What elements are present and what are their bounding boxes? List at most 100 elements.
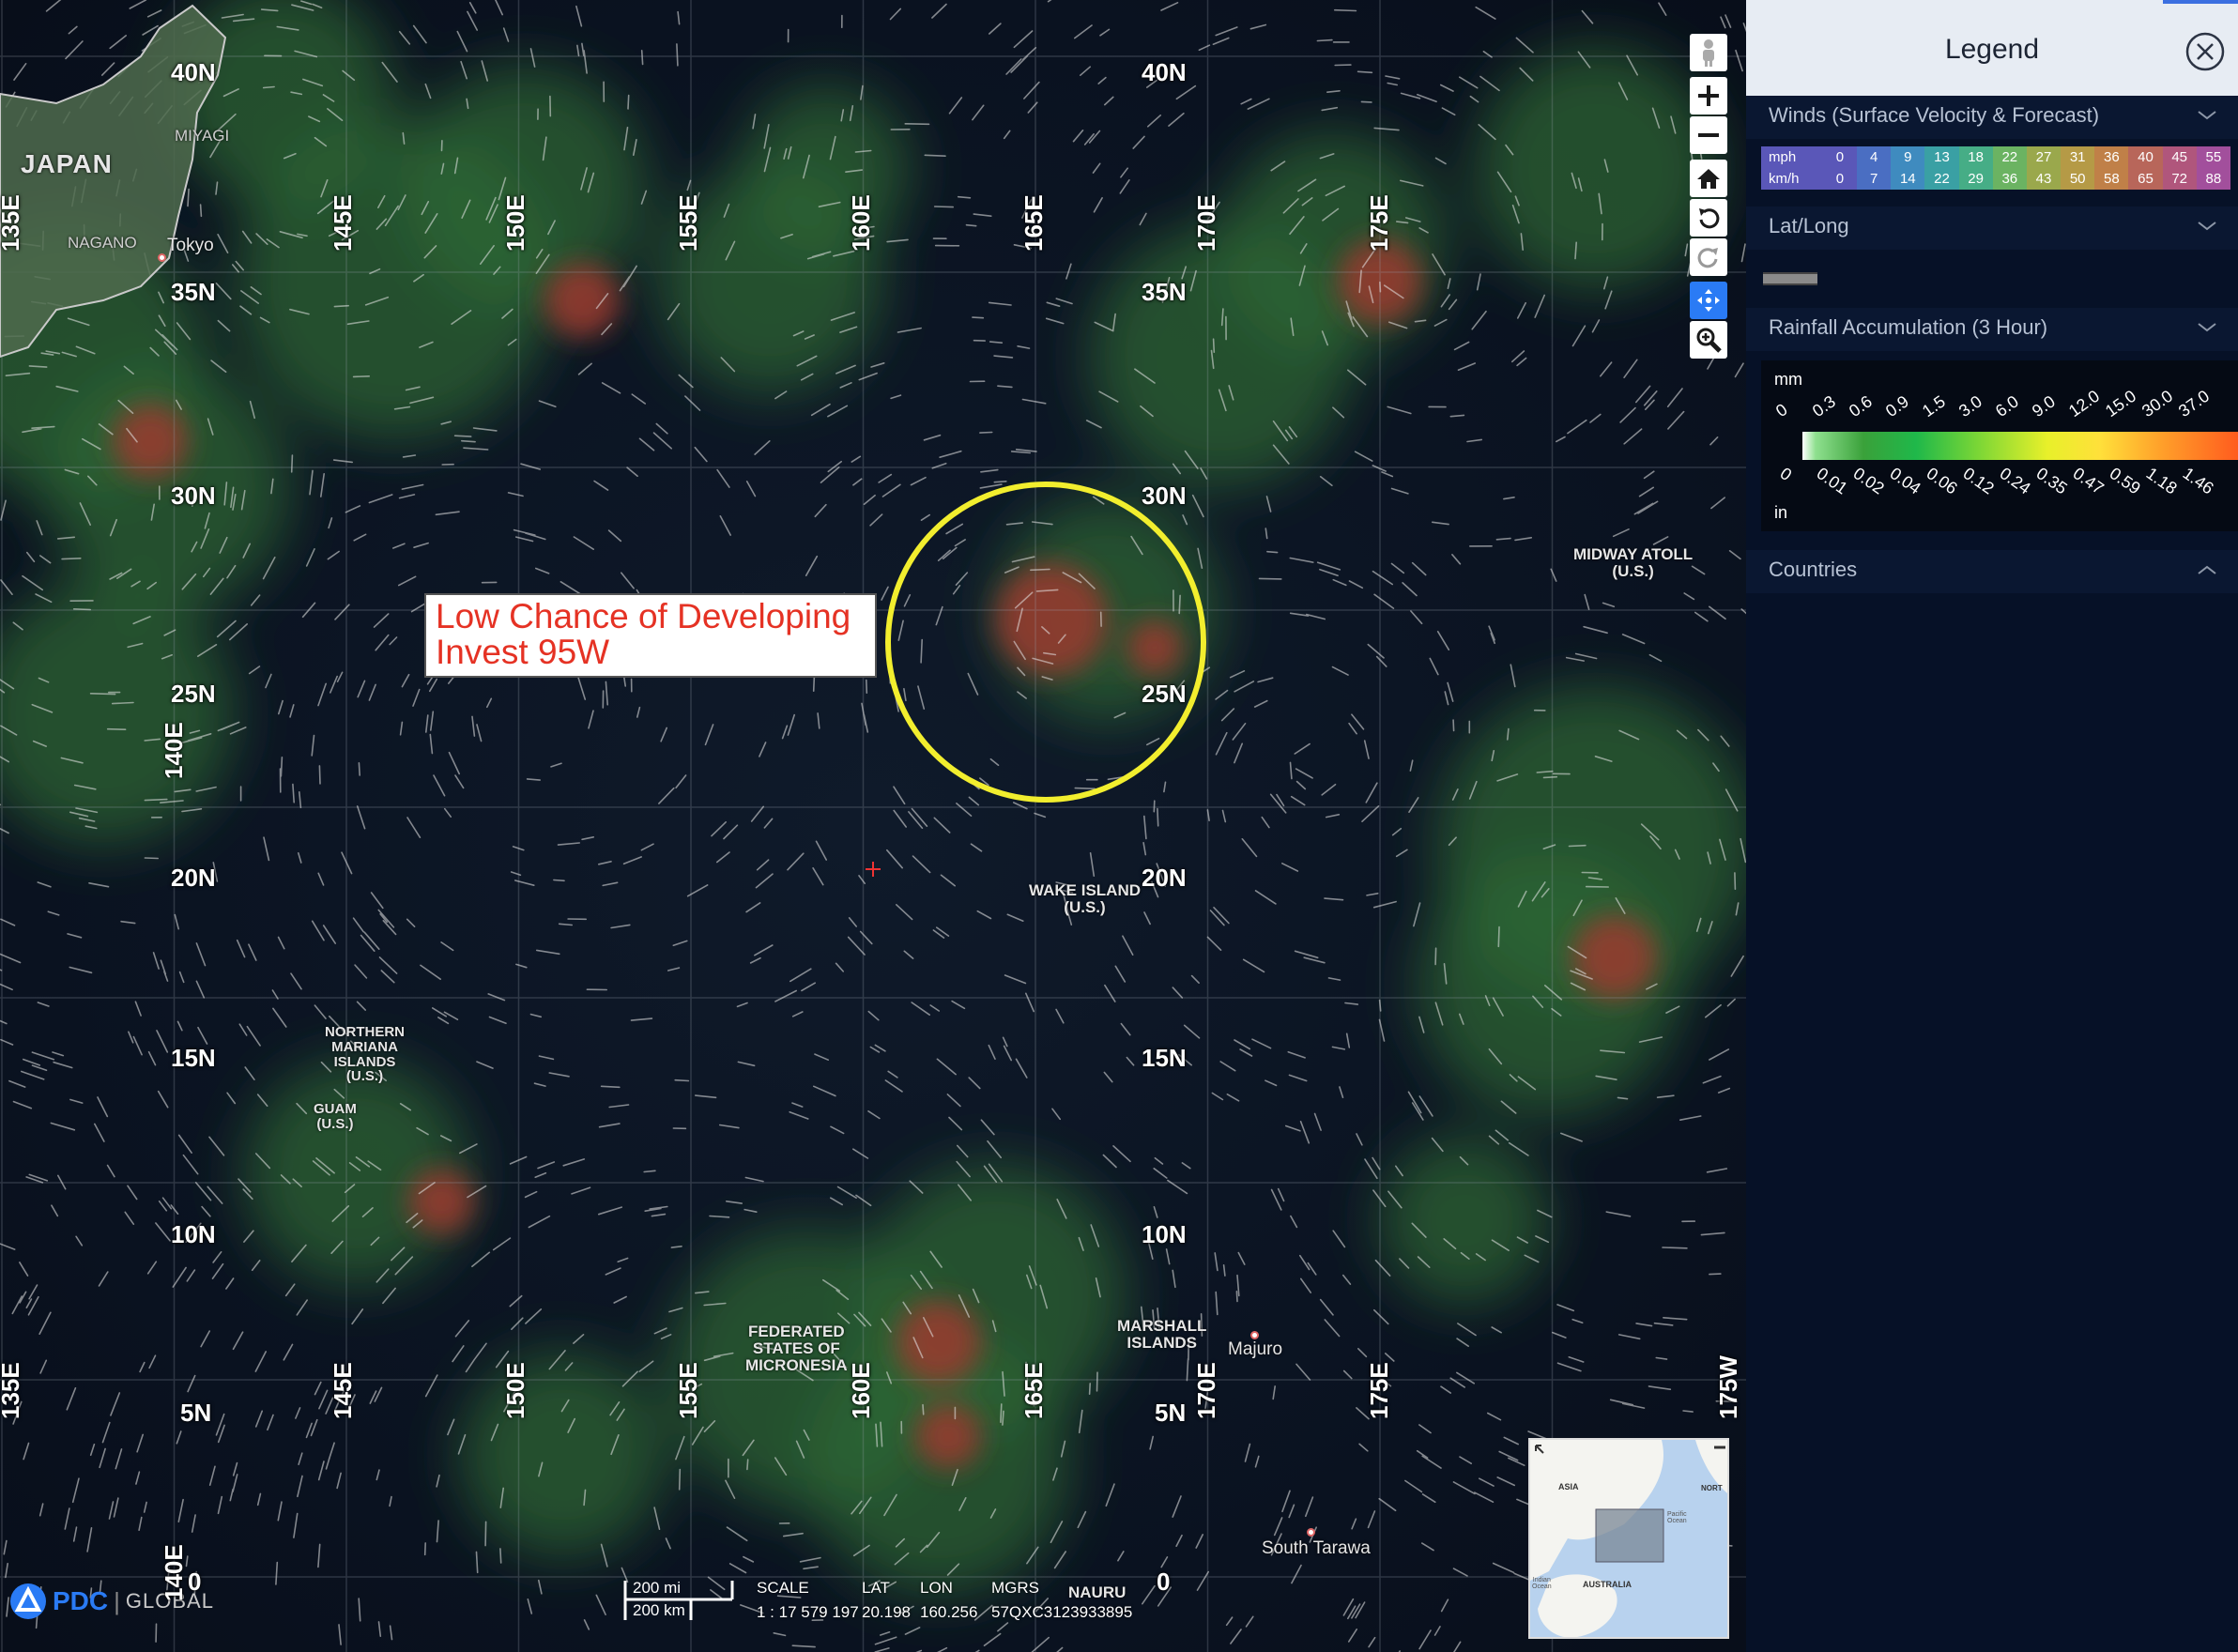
lat-label-left: 30N <box>171 482 216 510</box>
overview-minimap[interactable]: ASIA NORT Pacific Ocean Indian Ocean AUS… <box>1528 1438 1729 1639</box>
lon-label-top: 160E <box>847 194 875 252</box>
wind-scale-value: 29 <box>1958 168 1993 190</box>
place-marshall: MARSHALL ISLANDS <box>1117 1317 1207 1352</box>
wind-scale-value: 22 <box>1924 168 1959 190</box>
tokyo-marker <box>158 253 166 262</box>
wind-scale-value: 22 <box>1992 146 2027 168</box>
wind-scale-value: 88 <box>2196 168 2230 190</box>
wind-scale-value: 0 <box>1822 146 1858 168</box>
readout-lat-value: 20.198 <box>862 1603 911 1621</box>
lat-label-left: 20N <box>171 864 216 892</box>
lon-label-top: 155E <box>674 194 702 252</box>
readout-lat-label: LAT <box>862 1579 890 1597</box>
place-guam: GUAM (U.S.) <box>314 1101 357 1132</box>
rain-in-tick: 1.46 <box>2179 464 2217 498</box>
latlong-line-swatch <box>1763 272 1817 285</box>
lat-label-left: 15N <box>171 1044 216 1072</box>
map-toolbar <box>1690 34 1727 360</box>
legend-panel: Legend Winds (Surface Velocity & Forecas… <box>1746 0 2238 1652</box>
invest-95w-circle[interactable] <box>885 482 1206 803</box>
place-micronesia: FEDERATED STATES OF MICRONESIA <box>745 1323 848 1374</box>
lat-label-center: 0 <box>1157 1568 1171 1596</box>
rain-gradient-bar <box>1802 432 2238 460</box>
rain-in-tick: 0.24 <box>1996 464 2034 498</box>
readout-mgrs: MGRS 57QXC3123933895 <box>991 1579 1132 1622</box>
lon-label-bottom: 150E <box>501 1362 529 1419</box>
winds-section-label: Winds (Surface Velocity & Forecast) <box>1769 103 2100 127</box>
lon-label-bottom: 175W <box>1714 1355 1742 1419</box>
minimap-australia: AUSTRALIA <box>1583 1580 1632 1589</box>
readout-scale-label: SCALE <box>757 1579 809 1597</box>
scale-mi: 200 mi <box>633 1579 682 1597</box>
lon-label-bottom: 170E <box>1192 1362 1220 1419</box>
app: JAPAN MIYAGI NAGANO Tokyo MIDWAY ATOLL (… <box>0 0 2238 1652</box>
wind-scale-value: 0 <box>1822 168 1858 190</box>
wind-scale-value: 58 <box>2094 168 2129 190</box>
rain-mm-tick: 9.0 <box>2028 391 2059 421</box>
lon-label-top: 170E <box>1192 194 1220 252</box>
rain-mm-tick: 0.6 <box>1845 391 1876 421</box>
pan-icon[interactable] <box>1690 282 1727 319</box>
rotate-right-icon[interactable] <box>1690 238 1727 276</box>
rain-in-tick: 0.59 <box>2106 464 2144 498</box>
logo-pdc-text: PDC <box>53 1586 109 1615</box>
zoom-box-icon[interactable] <box>1690 321 1727 359</box>
rain-mm-tick: 12.0 <box>2064 386 2104 421</box>
readout-lon-label: LON <box>920 1579 953 1597</box>
wind-scale-value: 13 <box>1924 146 1959 168</box>
rain-in-unit: in <box>1774 503 1788 522</box>
readout-lon-value: 160.256 <box>920 1603 978 1621</box>
close-icon[interactable] <box>2185 32 2225 71</box>
wind-scale-value: 31 <box>2061 146 2095 168</box>
rotate-left-icon[interactable] <box>1690 199 1727 237</box>
rain-in-tick: 1.18 <box>2142 464 2181 498</box>
rain-in-tick: 0.35 <box>2032 464 2071 498</box>
street-view-icon[interactable] <box>1690 34 1727 71</box>
lat-label-center: 15N <box>1142 1044 1187 1072</box>
legend-section-winds[interactable]: Winds (Surface Velocity & Forecast) <box>1746 96 2238 139</box>
lon-label-bottom: 175E <box>1365 1362 1393 1419</box>
lat-label-left: 0 <box>188 1568 202 1596</box>
lon-label-bottom: 155E <box>674 1362 702 1419</box>
rain-mm-tick: 3.0 <box>1954 391 1985 421</box>
wind-scale-value: 36 <box>1992 168 2027 190</box>
rain-mm-tick: 37.0 <box>2174 386 2214 421</box>
lat-label-center: 30N <box>1142 482 1187 510</box>
legend-section-rainfall[interactable]: Rainfall Accumulation (3 Hour) <box>1746 308 2238 351</box>
legend-section-countries[interactable]: Countries <box>1746 550 2238 593</box>
readout-lat: LAT 20.198 <box>862 1579 911 1622</box>
readout-mgrs-label: MGRS <box>991 1579 1039 1597</box>
lat-label-center: 35N <box>1142 278 1187 306</box>
zoom-in-icon[interactable] <box>1690 77 1727 115</box>
wind-scale-value: 43 <box>2026 168 2062 190</box>
lat-label-left: 5N <box>180 1399 212 1427</box>
rainfall-scale: mm in 0 0.3 0.6 0.9 1.5 3.0 6.0 9.0 12.0 15.0 30.0… <box>1761 360 2238 531</box>
rain-in-tick: 0.12 <box>1959 464 1998 498</box>
wind-scale-value: 27 <box>2026 146 2062 168</box>
wind-scale-value: 18 <box>1958 146 1993 168</box>
zoom-out-icon[interactable] <box>1690 116 1727 154</box>
lon-label-bottom: 165E <box>1019 1362 1048 1419</box>
home-icon[interactable] <box>1690 160 1727 197</box>
place-midway: MIDWAY ATOLL (U.S.) <box>1573 545 1694 580</box>
rain-mm-tick: 0 <box>1771 400 1791 421</box>
rain-in-tick: 0.02 <box>1849 464 1888 498</box>
minimap-pacific: Pacific Ocean <box>1667 1511 1687 1525</box>
lon-label-top: 165E <box>1019 194 1048 252</box>
lon-label-bottom: 145E <box>329 1362 357 1419</box>
place-majuro: Majuro <box>1228 1339 1283 1359</box>
wind-speed-scale: mph 0 4 9 13 18 22 27 31 36 40 45 55 km/h 0 7 14 22 29 36 4… <box>1761 146 2230 190</box>
wind-scale-value: 9 <box>1891 146 1925 168</box>
chevron-down-icon <box>2198 323 2216 332</box>
rain-in-tick: 0.01 <box>1813 464 1851 498</box>
place-tokyo: Tokyo <box>167 236 214 255</box>
lat-label-left: 40N <box>171 58 216 86</box>
wind-scale-value: 65 <box>2128 168 2163 190</box>
rainfall-section-label: Rainfall Accumulation (3 Hour) <box>1769 315 2048 339</box>
minimap-indian: Indian Ocean <box>1532 1577 1552 1591</box>
majuro-marker <box>1250 1331 1259 1339</box>
legend-section-latlong[interactable]: Lat/Long <box>1746 206 2238 250</box>
map-canvas[interactable]: JAPAN MIYAGI NAGANO Tokyo MIDWAY ATOLL (… <box>0 0 1746 1652</box>
wind-scale-value: 7 <box>1857 168 1892 190</box>
chevron-down-icon <box>2198 111 2216 120</box>
